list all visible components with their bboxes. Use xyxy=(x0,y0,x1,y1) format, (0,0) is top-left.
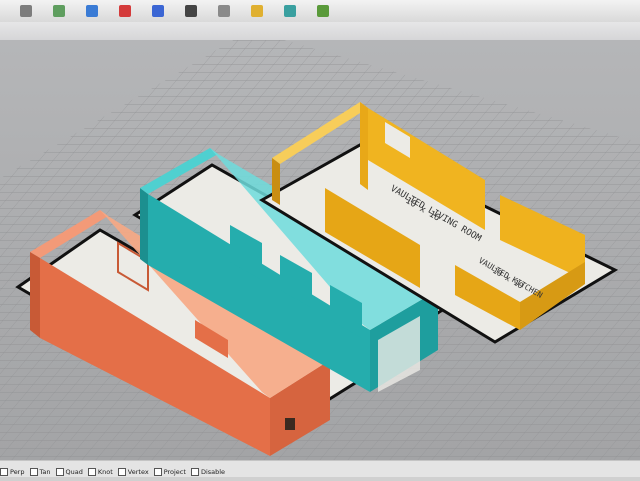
sphere-red-icon[interactable] xyxy=(119,5,131,17)
osnap-label: Tan xyxy=(39,468,51,476)
osnap-checkbox[interactable] xyxy=(153,468,162,476)
osnap-row: Perp Tan Quad Knot Vertex Project Disable xyxy=(0,467,230,477)
yellow-left-wall xyxy=(272,158,280,205)
orange-left-wall xyxy=(30,252,40,338)
globe-icon[interactable] xyxy=(284,5,296,17)
osnap-label: Knot xyxy=(97,468,113,476)
osnap-label: Perp xyxy=(10,468,25,476)
osnap-disable[interactable]: Disable xyxy=(190,468,226,476)
toolbar-band xyxy=(0,22,640,42)
material-icon[interactable] xyxy=(185,5,197,17)
render-preview-icon[interactable] xyxy=(317,5,329,17)
light-icon[interactable] xyxy=(251,5,263,17)
gear-icon[interactable] xyxy=(218,5,230,17)
osnap-label: Vertex xyxy=(127,468,149,476)
osnap-knot[interactable]: Knot xyxy=(87,468,113,476)
status-bar: Perp Tan Quad Knot Vertex Project Disable xyxy=(0,460,640,481)
osnap-checkbox[interactable] xyxy=(55,468,64,476)
shade-icon[interactable] xyxy=(53,5,65,17)
osnap-checkbox[interactable] xyxy=(0,468,8,476)
osnap-label: Disable xyxy=(200,468,226,476)
toolbar-icons xyxy=(0,2,640,20)
sphere-blue-icon[interactable] xyxy=(152,5,164,17)
osnap-checkbox[interactable] xyxy=(117,468,126,476)
osnap-project[interactable]: Project xyxy=(153,468,186,476)
top-toolbar xyxy=(0,0,640,23)
yellow-tall-wall xyxy=(360,102,368,190)
orange-window-icon xyxy=(285,418,295,430)
perspective-viewport[interactable]: VAULTED LIVING ROOM 10 x 16 VAULTED KITC… xyxy=(0,40,640,460)
status-divider xyxy=(0,477,640,481)
osnap-checkbox[interactable] xyxy=(29,468,38,476)
osnap-tan[interactable]: Tan xyxy=(29,468,51,476)
render-icon[interactable] xyxy=(86,5,98,17)
osnap-quad[interactable]: Quad xyxy=(55,468,83,476)
layer-icon[interactable] xyxy=(20,5,32,17)
viewport-canvas[interactable]: VAULTED LIVING ROOM 10 x 16 VAULTED KITC… xyxy=(0,40,640,460)
osnap-checkbox[interactable] xyxy=(87,468,96,476)
osnap-label: Project xyxy=(163,468,186,476)
osnap-checkbox[interactable] xyxy=(190,468,199,476)
osnap-vertex[interactable]: Vertex xyxy=(117,468,149,476)
osnap-label: Quad xyxy=(65,468,83,476)
osnap-perp[interactable]: Perp xyxy=(0,468,25,476)
cyan-left-wall xyxy=(140,188,148,265)
